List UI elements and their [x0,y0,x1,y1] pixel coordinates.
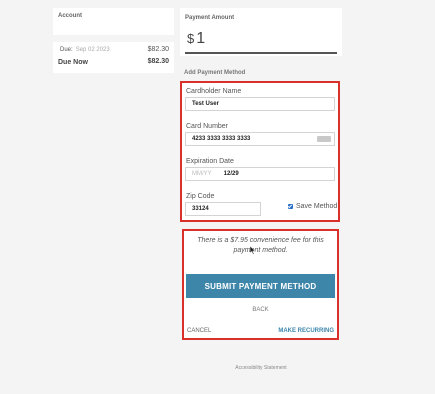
cardholder-name-label: Cardholder Name [186,88,242,95]
due-summary-panel: Due: Sep 02 2023 $82.30 Due Now $82.30 [53,42,174,73]
account-panel: Account [53,8,174,35]
zip-code-label: Zip Code [186,193,215,200]
card-number-label: Card Number [186,123,229,130]
due-date: Sep 02 2023 [75,47,110,53]
accessibility-statement-link[interactable]: Accessibility Statement [200,365,322,371]
convenience-fee-notice: There is a $7.95 convenience fee for thi… [197,237,324,254]
due-label: Due: [60,47,73,53]
submit-payment-method-button[interactable]: SUBMIT PAYMENT METHOD [186,274,335,298]
cardholder-name-input[interactable]: Test User [185,97,335,111]
mouse-cursor-icon [250,246,256,255]
payment-method-form: Cardholder Name Test User Card Number 42… [180,81,340,222]
card-number-value: 4233 3333 3333 3333 [192,136,251,142]
due-amount: $82.30 [147,46,169,53]
payment-amount-field[interactable]: $1 [187,30,205,48]
payment-amount-panel: Payment Amount $1 [180,8,342,56]
zip-code-value: 33124 [192,206,209,212]
due-now-amount: $82.30 [147,58,169,65]
cancel-button[interactable]: CANCEL [187,328,211,334]
payment-amount-value: 1 [196,30,206,47]
checkbox-checked-icon[interactable] [288,204,293,209]
expiration-placeholder: MM/YY [192,171,212,177]
card-brand-icon [317,136,331,142]
account-label: Account [58,13,82,19]
back-button[interactable]: BACK [184,307,337,313]
zip-code-input[interactable]: 33124 [185,202,261,216]
due-now-label: Due Now [58,59,88,66]
save-method-toggle[interactable]: Save Method [288,203,337,210]
save-method-label: Save Method [296,203,338,210]
submit-section: There is a $7.95 convenience fee for thi… [182,229,339,340]
make-recurring-button[interactable]: MAKE RECURRING [278,328,334,334]
add-payment-method-heading: Add Payment Method [184,70,246,76]
expiration-value: 12/29 [223,171,239,177]
due-date-row: Due: Sep 02 2023 [60,47,110,53]
cardholder-name-value: Test User [192,101,219,107]
payment-amount-underline [185,52,337,54]
expiration-date-input[interactable]: MM/YY 12/29 [185,167,335,181]
payment-amount-label: Payment Amount [185,15,235,21]
card-number-input[interactable]: 4233 3333 3333 3333 [185,132,335,146]
expiration-date-label: Expiration Date [186,158,234,165]
currency-symbol: $ [187,31,195,46]
